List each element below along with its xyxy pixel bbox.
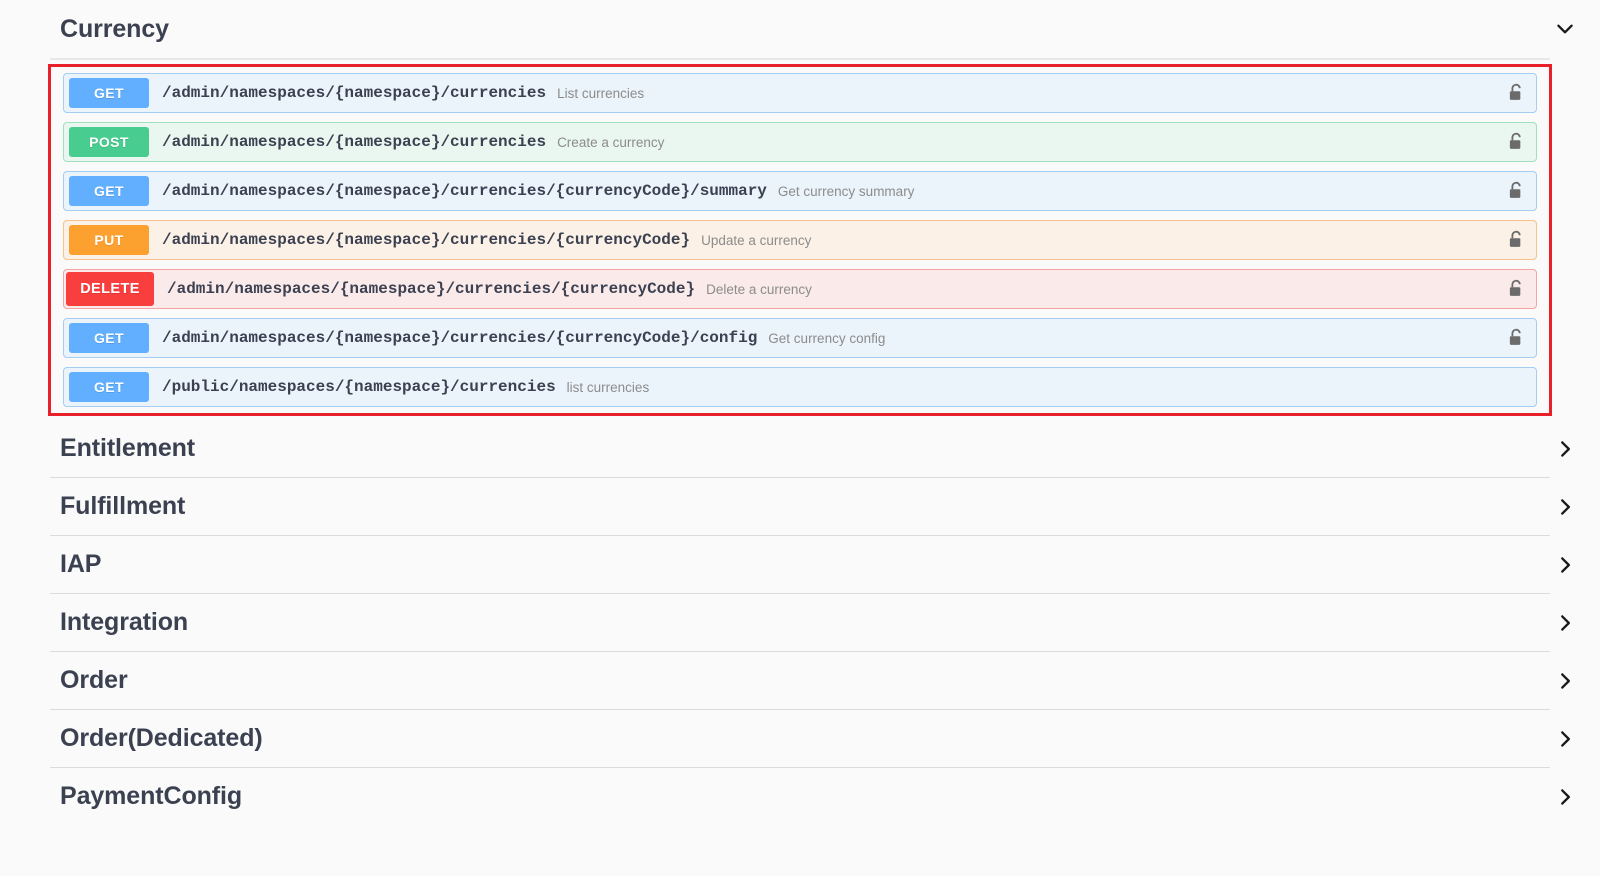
unlocked-padlock-icon[interactable] [1507,230,1525,250]
tag-section-currency: Currency GET /admin/namespaces/{namespac… [0,0,1600,416]
tag-section-entitlement: Entitlement [0,420,1600,478]
tag-header-divider [50,58,1550,60]
tag-section-integration: Integration [0,594,1600,652]
unlocked-padlock-icon[interactable] [1507,83,1525,103]
http-method-badge: GET [69,372,149,402]
chevron-right-icon[interactable] [1554,554,1576,576]
http-method-badge: PUT [69,225,149,255]
chevron-right-icon[interactable] [1554,612,1576,634]
operation-summary: Delete a currency [706,281,812,297]
unlocked-padlock-icon[interactable] [1507,181,1525,201]
tag-header-fulfillment[interactable]: Fulfillment [0,478,1600,535]
operation-row[interactable]: PUT /admin/namespaces/{namespace}/curren… [63,220,1537,260]
unlocked-padlock-icon[interactable] [1507,279,1525,299]
tag-title: Order [60,666,128,694]
operation-summary: List currencies [557,85,645,101]
operation-summary: Get currency summary [777,183,915,199]
operation-row[interactable]: DELETE /admin/namespaces/{namespace}/cur… [63,269,1537,309]
tag-header-entitlement[interactable]: Entitlement [0,420,1600,477]
tag-section-paymentconfig: PaymentConfig [0,768,1600,825]
tag-title: Fulfillment [60,492,186,520]
tag-header-paymentconfig[interactable]: PaymentConfig [0,768,1600,825]
operation-summary: Get currency config [768,330,886,346]
tag-title: PaymentConfig [60,782,243,810]
chevron-right-icon[interactable] [1554,786,1576,808]
http-method-badge: GET [69,323,149,353]
chevron-right-icon[interactable] [1554,496,1576,518]
unlocked-padlock-icon[interactable] [1507,132,1525,152]
chevron-right-icon[interactable] [1554,438,1576,460]
http-method-badge: GET [69,78,149,108]
page-title: Currency [60,14,169,43]
tag-title: IAP [60,550,102,578]
tag-header-iap[interactable]: IAP [0,536,1600,593]
collapsed-tag-list: Entitlement Fulfillment IAP Integration … [0,420,1600,825]
operation-path: /admin/namespaces/{namespace}/currencies… [162,182,767,200]
chevron-down-icon[interactable] [1554,18,1576,40]
tag-section-order-dedicated: Order(Dedicated) [0,710,1600,768]
tag-section-fulfillment: Fulfillment [0,478,1600,536]
tag-title: Integration [60,608,189,636]
tag-title: Entitlement [60,434,196,462]
operation-row[interactable]: GET /public/namespaces/{namespace}/curre… [63,367,1537,407]
operation-path: /admin/namespaces/{namespace}/currencies [162,84,547,102]
chevron-right-icon[interactable] [1554,728,1576,750]
operation-summary: Update a currency [701,232,812,248]
tag-section-iap: IAP [0,536,1600,594]
http-method-badge: POST [69,127,149,157]
chevron-right-icon[interactable] [1554,670,1576,692]
operation-path: /public/namespaces/{namespace}/currencie… [162,378,556,396]
tag-section-order: Order [0,652,1600,710]
tag-title: Order(Dedicated) [60,724,263,752]
operation-path: /admin/namespaces/{namespace}/currencies… [162,329,758,347]
tag-header-integration[interactable]: Integration [0,594,1600,651]
operation-summary: list currencies [566,379,650,395]
operations-highlight-box: GET /admin/namespaces/{namespace}/curren… [48,64,1552,416]
operation-row[interactable]: GET /admin/namespaces/{namespace}/curren… [63,318,1537,358]
tag-header-order-dedicated[interactable]: Order(Dedicated) [0,710,1600,767]
tag-header-order[interactable]: Order [0,652,1600,709]
http-method-badge: DELETE [66,272,154,306]
operation-row[interactable]: POST /admin/namespaces/{namespace}/curre… [63,122,1537,162]
tag-header-currency[interactable]: Currency [0,0,1600,58]
operation-path: /admin/namespaces/{namespace}/currencies [162,133,547,151]
operation-row[interactable]: GET /admin/namespaces/{namespace}/curren… [63,73,1537,113]
unlocked-padlock-icon[interactable] [1507,328,1525,348]
operation-path: /admin/namespaces/{namespace}/currencies… [167,280,696,298]
operation-path: /admin/namespaces/{namespace}/currencies… [162,231,691,249]
operation-summary: Create a currency [557,134,665,150]
operation-row[interactable]: GET /admin/namespaces/{namespace}/curren… [63,171,1537,211]
http-method-badge: GET [69,176,149,206]
